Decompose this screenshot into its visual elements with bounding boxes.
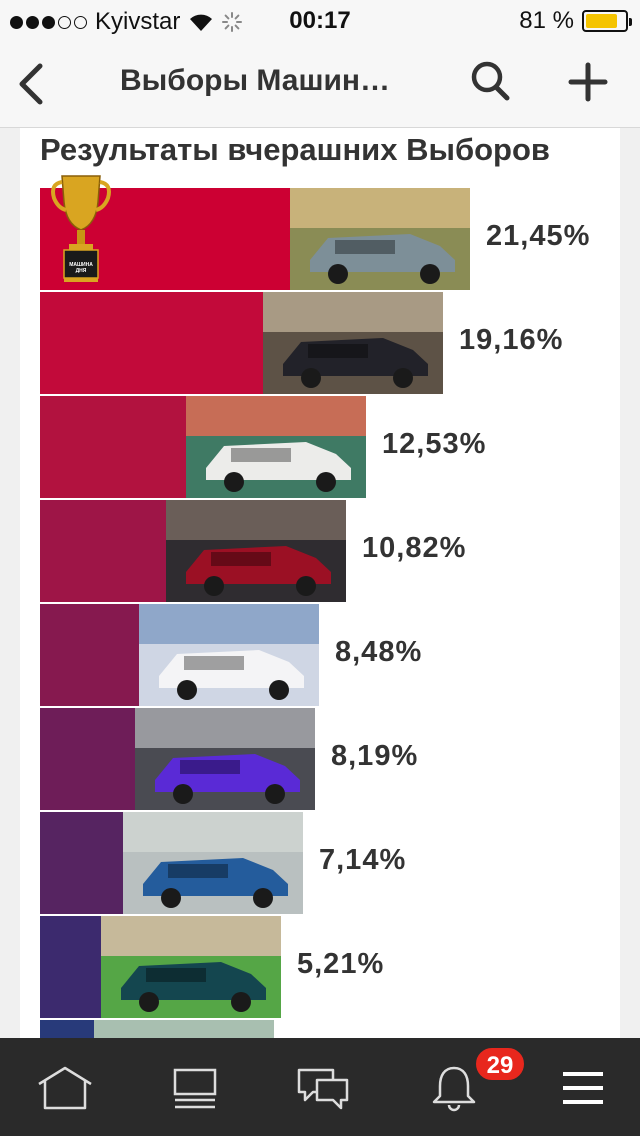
result-bar: [40, 1020, 94, 1038]
messages-icon[interactable]: [293, 1064, 353, 1112]
car-photo[interactable]: [166, 500, 346, 602]
result-percent: 12,53%: [382, 428, 487, 460]
feed-icon[interactable]: [165, 1064, 225, 1112]
result-percent: 5,21%: [297, 948, 385, 980]
car-photo[interactable]: [186, 396, 366, 498]
result-bar: [40, 812, 123, 914]
result-bar: [40, 604, 139, 706]
result-row[interactable]: 8,19%: [40, 708, 465, 810]
result-bar: [40, 916, 101, 1018]
notification-badge[interactable]: 29: [474, 1046, 526, 1082]
navigation-bar: Выборы Машин…: [0, 40, 640, 128]
car-photo[interactable]: [263, 292, 443, 394]
tab-bar: [0, 1038, 640, 1136]
result-row[interactable]: 8,48%: [40, 604, 469, 706]
result-percent: 21,45%: [486, 220, 591, 252]
trophy-caption: МАШИНА ДНЯ: [69, 262, 93, 274]
search-icon[interactable]: [470, 60, 510, 102]
home-icon[interactable]: [35, 1064, 95, 1112]
car-photo[interactable]: [290, 188, 470, 290]
result-percent: 8,48%: [335, 636, 423, 668]
result-percent: 19,16%: [459, 324, 564, 356]
result-percent: 7,14%: [319, 844, 407, 876]
menu-icon[interactable]: [553, 1064, 613, 1112]
result-row[interactable]: [40, 1020, 424, 1038]
page-title: Выборы Машин…: [120, 64, 391, 97]
result-row[interactable]: 7,14%: [40, 812, 453, 914]
car-photo[interactable]: [135, 708, 315, 810]
results-heading: Результаты вчерашних Выборов: [40, 132, 550, 167]
result-bar: [40, 500, 166, 602]
back-arrow-icon[interactable]: [14, 62, 50, 106]
result-row[interactable]: 21,45% МАШИНА ДНЯ: [40, 175, 620, 290]
battery-icon: [582, 10, 632, 32]
add-icon[interactable]: [568, 62, 608, 102]
status-right: 81 %: [519, 7, 632, 35]
result-row[interactable]: 19,16%: [40, 292, 593, 394]
results-card: Результаты вчерашних Выборов 21,45% МАШИН…: [20, 128, 620, 1038]
result-percent: 8,19%: [331, 740, 419, 772]
result-row[interactable]: 5,21%: [40, 916, 431, 1018]
car-photo[interactable]: [94, 1020, 274, 1038]
car-photo[interactable]: [101, 916, 281, 1018]
status-bar: Kyivstar 00:17 81 %: [0, 0, 640, 40]
car-photo[interactable]: [123, 812, 303, 914]
result-bar: [40, 708, 135, 810]
result-bar: [40, 292, 263, 394]
battery-percent: 81 %: [519, 7, 574, 34]
result-row[interactable]: 10,82%: [40, 500, 496, 602]
result-bar: [40, 396, 186, 498]
car-photo[interactable]: [139, 604, 319, 706]
result-percent: 10,82%: [362, 532, 467, 564]
result-row[interactable]: 12,53%: [40, 396, 516, 498]
